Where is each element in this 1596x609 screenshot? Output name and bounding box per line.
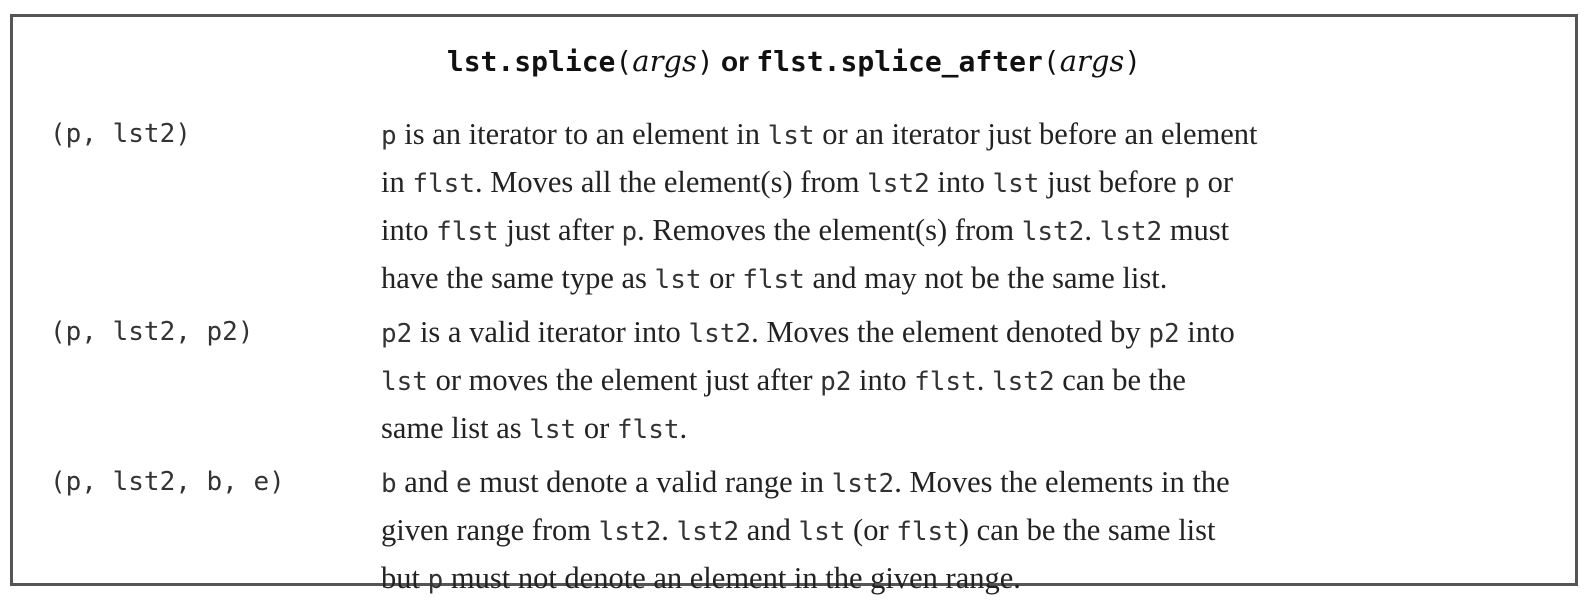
code-term: p2: [381, 319, 413, 349]
row-description: b and e must denote a valid range in lst…: [343, 459, 1575, 603]
description-text: (or: [845, 513, 897, 547]
description-text: or: [576, 411, 617, 445]
code-term: lst2: [992, 367, 1055, 397]
code-term: lst2: [831, 469, 895, 499]
description-text: and: [739, 513, 799, 547]
code-term: p2: [820, 367, 852, 397]
code-term: lst2: [1021, 217, 1085, 247]
table-row: (p, lst2) p is an iterator to an element…: [13, 111, 1575, 303]
code-term: lst2: [676, 517, 740, 547]
code-term: lst: [529, 415, 577, 445]
description-line: p is an iterator to an element in lst or…: [381, 111, 1555, 159]
row-arguments: (p, lst2, p2): [50, 317, 254, 347]
description-text: must denote a valid range in: [471, 465, 832, 499]
description-line: in flst. Moves all the element(s) from l…: [381, 159, 1555, 207]
row-arguments: (p, lst2, b, e): [50, 467, 285, 497]
code-term: lst: [992, 169, 1040, 199]
description-text: can be the: [1054, 363, 1186, 397]
description-line: p2 is a valid iterator into lst2. Moves …: [381, 309, 1555, 357]
code-term: flst: [436, 217, 499, 247]
description-text: .: [661, 513, 677, 547]
code-term: p2: [1148, 319, 1180, 349]
description-text: into: [851, 363, 915, 397]
description-text: into: [381, 213, 437, 247]
description-text: just before: [1039, 165, 1185, 199]
description-text: must not denote an element in the given …: [443, 561, 1021, 595]
description-text: or moves the element just after: [427, 363, 821, 397]
description-line: given range from lst2. lst2 and lst (or …: [381, 507, 1555, 555]
description-text: must: [1162, 213, 1230, 247]
code-term: lst2: [598, 517, 662, 547]
description-text: .: [679, 411, 688, 445]
description-text: just after: [498, 213, 622, 247]
description-text: or an iterator just before an element: [814, 117, 1258, 151]
description-text: is an iterator to an element in: [396, 117, 768, 151]
description-text: same list as: [381, 411, 530, 445]
description-text: ) can be the same list: [958, 513, 1216, 547]
code-term: lst: [798, 517, 846, 547]
code-term: lst2: [867, 169, 930, 199]
code-term: b: [381, 469, 397, 499]
code-term: flst: [616, 415, 680, 445]
code-term: lst2: [688, 319, 752, 349]
description-text: . Removes the element(s) from: [637, 213, 1022, 247]
description-text: . Moves all the element(s) from: [474, 165, 868, 199]
description-text: .: [976, 363, 992, 397]
description-line: into flst just after p. Removes the elem…: [381, 207, 1555, 255]
description-text: in: [381, 165, 413, 199]
header-method-flst-splice-after: flst.splice_after: [756, 45, 1043, 78]
code-term: flst: [914, 367, 977, 397]
table-row: (p, lst2, b, e) b and e must denote a va…: [13, 459, 1575, 603]
table-row: (p, lst2, p2) p2 is a valid iterator int…: [13, 309, 1575, 453]
description-line: but p must not denote an element in the …: [381, 555, 1555, 603]
row-description: p2 is a valid iterator into lst2. Moves …: [343, 309, 1575, 453]
description-text: or: [701, 261, 743, 295]
header-open-paren-2: (: [1042, 45, 1060, 78]
header-args-1: args: [632, 44, 697, 78]
code-term: lst: [381, 367, 428, 397]
description-text: into: [929, 165, 993, 199]
description-line: lst or moves the element just after p2 i…: [381, 357, 1555, 405]
description-text: .: [1084, 213, 1100, 247]
header-method-lst-splice: lst.splice: [446, 45, 616, 78]
row-arguments: (p, lst2): [50, 119, 191, 149]
code-term: p: [1184, 169, 1200, 199]
description-text: and may not be the same list.: [804, 261, 1168, 295]
header-connector: or: [721, 46, 749, 77]
code-term: lst: [767, 121, 815, 151]
code-term: p: [621, 217, 638, 247]
table-body: (p, lst2) p is an iterator to an element…: [13, 111, 1575, 609]
header-close-paren-1: ): [696, 45, 714, 78]
description-line: b and e must denote a valid range in lst…: [381, 459, 1555, 507]
code-term: flst: [896, 517, 959, 547]
description-text: is a valid iterator into: [412, 315, 689, 349]
description-text: and: [396, 465, 456, 499]
description-line: have the same type as lst or flst and ma…: [381, 255, 1555, 303]
description-text: . Moves the element denoted by: [751, 315, 1149, 349]
description-line: same list as lst or flst.: [381, 405, 1555, 453]
description-text: into: [1179, 315, 1235, 349]
row-description: p is an iterator to an element in lst or…: [343, 111, 1575, 303]
description-text: but: [381, 561, 428, 595]
header-close-paren-2: ): [1124, 45, 1142, 78]
code-term: flst: [742, 265, 805, 295]
code-term: e: [455, 469, 472, 499]
code-term: lst2: [1099, 217, 1163, 247]
description-text: or: [1199, 165, 1233, 199]
splice-operations-table: lst.splice(args) or flst.splice_after(ar…: [10, 14, 1578, 595]
code-term: lst: [654, 265, 702, 295]
header-args-2: args: [1059, 44, 1125, 78]
code-term: p: [381, 121, 397, 151]
table-header: lst.splice(args) or flst.splice_after(ar…: [13, 39, 1575, 83]
description-text: given range from: [381, 513, 599, 547]
code-term: flst: [412, 169, 475, 199]
code-term: p: [427, 565, 444, 595]
header-open-paren-1: (: [615, 45, 633, 78]
description-text: have the same type as: [381, 261, 655, 295]
description-text: . Moves the elements in the: [894, 465, 1230, 499]
